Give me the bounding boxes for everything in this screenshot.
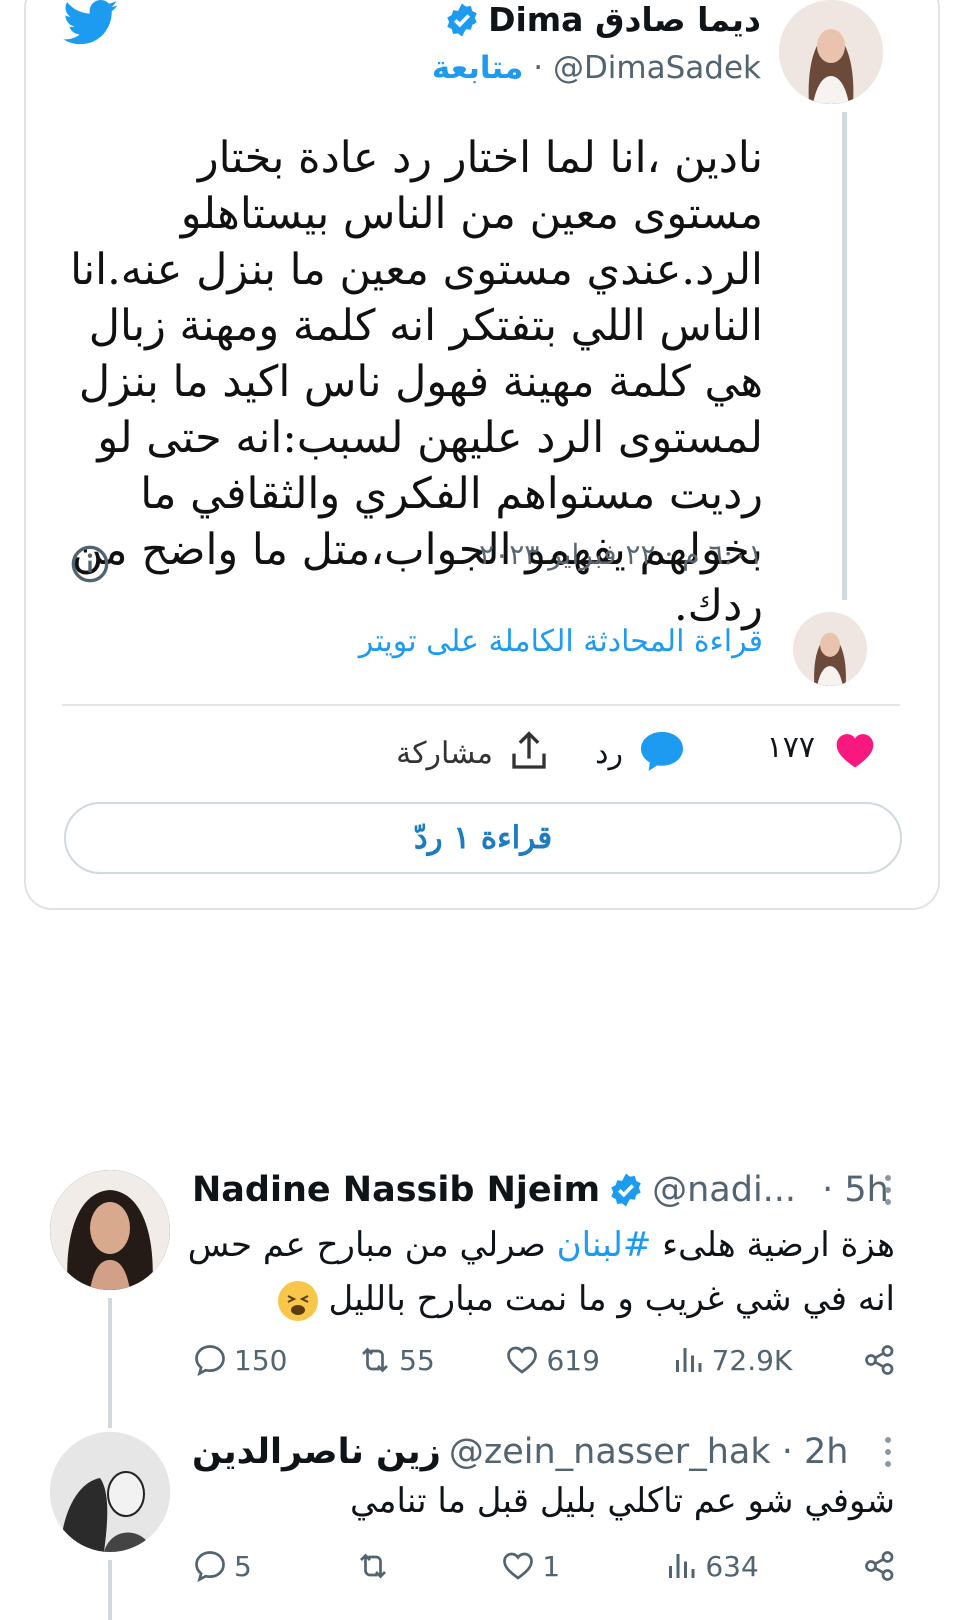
- verified-badge-icon: [447, 3, 477, 36]
- like-count: ١٧٧: [766, 730, 815, 765]
- like-icon: [507, 1346, 538, 1374]
- share-nodes-icon: [865, 1551, 894, 1581]
- verified-badge-icon: [611, 1173, 641, 1207]
- reply-metric[interactable]: 150: [192, 1342, 287, 1378]
- nadine-metrics: 150 55 619 72.9K: [192, 1338, 898, 1382]
- share-icon[interactable]: [509, 730, 549, 774]
- author-name-row[interactable]: ديما صادق Dima: [444, 0, 761, 39]
- zein-avatar[interactable]: [50, 1432, 170, 1552]
- nadine-tweet-text: هزة ارضية هلىء #لبنان صرلي من مبارح عم ح…: [175, 1218, 895, 1326]
- reply-label[interactable]: رد: [595, 736, 623, 771]
- thread-line: [842, 112, 847, 600]
- thread-connector: [108, 1298, 112, 1428]
- like-metric[interactable]: 1: [500, 1548, 560, 1584]
- more-options-icon[interactable]: [883, 1434, 893, 1470]
- divider: [62, 704, 900, 706]
- author-avatar[interactable]: [779, 0, 883, 104]
- separator-dot: ·: [533, 50, 553, 86]
- share-nodes-icon: [865, 1345, 894, 1375]
- share-label[interactable]: مشاركة: [396, 736, 493, 771]
- hashtag-link[interactable]: #لبنان: [557, 1225, 652, 1265]
- conversation-avatar: [793, 612, 867, 686]
- heart-icon[interactable]: [835, 730, 875, 770]
- views-metric[interactable]: 72.9K: [670, 1342, 792, 1378]
- tired-face-emoji-icon: [277, 1281, 318, 1321]
- reply-metric[interactable]: 5: [192, 1548, 252, 1584]
- read-conversation-link[interactable]: قراءة المحادثة الكاملة على تويتر: [359, 624, 763, 659]
- like-icon: [503, 1552, 534, 1580]
- reply-icon: [195, 1345, 225, 1377]
- views-icon: [675, 1348, 702, 1372]
- views-metric[interactable]: 634: [663, 1548, 759, 1584]
- views-icon: [669, 1554, 695, 1578]
- like-metric[interactable]: 619: [504, 1342, 600, 1378]
- thread-connector: [108, 1560, 112, 1620]
- follow-link[interactable]: متابعة: [432, 50, 523, 86]
- info-icon[interactable]: [70, 544, 110, 584]
- share-metric[interactable]: [862, 1548, 898, 1584]
- read-replies-button[interactable]: قراءة ١ ردّ: [64, 802, 902, 874]
- zein-handle[interactable]: @zein_nasser_hak · 2h: [449, 1432, 849, 1472]
- retweet-icon: [362, 1347, 389, 1373]
- nadine-text-part1: هزة ارضية هلىء: [651, 1225, 895, 1265]
- retweet-metric[interactable]: [355, 1548, 397, 1584]
- author-handle-row: متابعة · @DimaSadek: [432, 50, 761, 86]
- nadine-name[interactable]: Nadine Nassib Njeim: [192, 1170, 600, 1210]
- nadine-time: · 5h: [822, 1170, 889, 1210]
- nadine-avatar[interactable]: [50, 1170, 170, 1290]
- more-options-icon[interactable]: [883, 1172, 893, 1208]
- zein-metrics: 5 1 634: [192, 1544, 898, 1588]
- reply-icon: [195, 1551, 225, 1583]
- retweet-metric[interactable]: 55: [357, 1342, 435, 1378]
- retweet-icon: [360, 1553, 387, 1579]
- zein-tweet-header: زين ناصرالدين @zein_nasser_hak · 2h: [192, 1432, 848, 1472]
- tweet-timestamp[interactable]: ٦:٠١ م · ٢٢ فبراير ٢٠٢٣: [479, 538, 763, 571]
- zein-tweet-text: شوفي شو عم تاكلي بليل قبل ما تنامي: [349, 1481, 895, 1521]
- nadine-tweet-header: Nadine Nassib Njeim @nadi... · 5h: [192, 1170, 889, 1210]
- reply-bubble-icon[interactable]: [639, 730, 685, 772]
- twitter-bird-icon[interactable]: [62, 0, 120, 46]
- author-name: ديما صادق Dima: [488, 0, 761, 39]
- zein-name[interactable]: زين ناصرالدين: [192, 1432, 441, 1472]
- nadine-handle[interactable]: @nadi...: [652, 1170, 796, 1210]
- share-metric[interactable]: [862, 1342, 898, 1378]
- author-handle[interactable]: @DimaSadek: [553, 50, 761, 86]
